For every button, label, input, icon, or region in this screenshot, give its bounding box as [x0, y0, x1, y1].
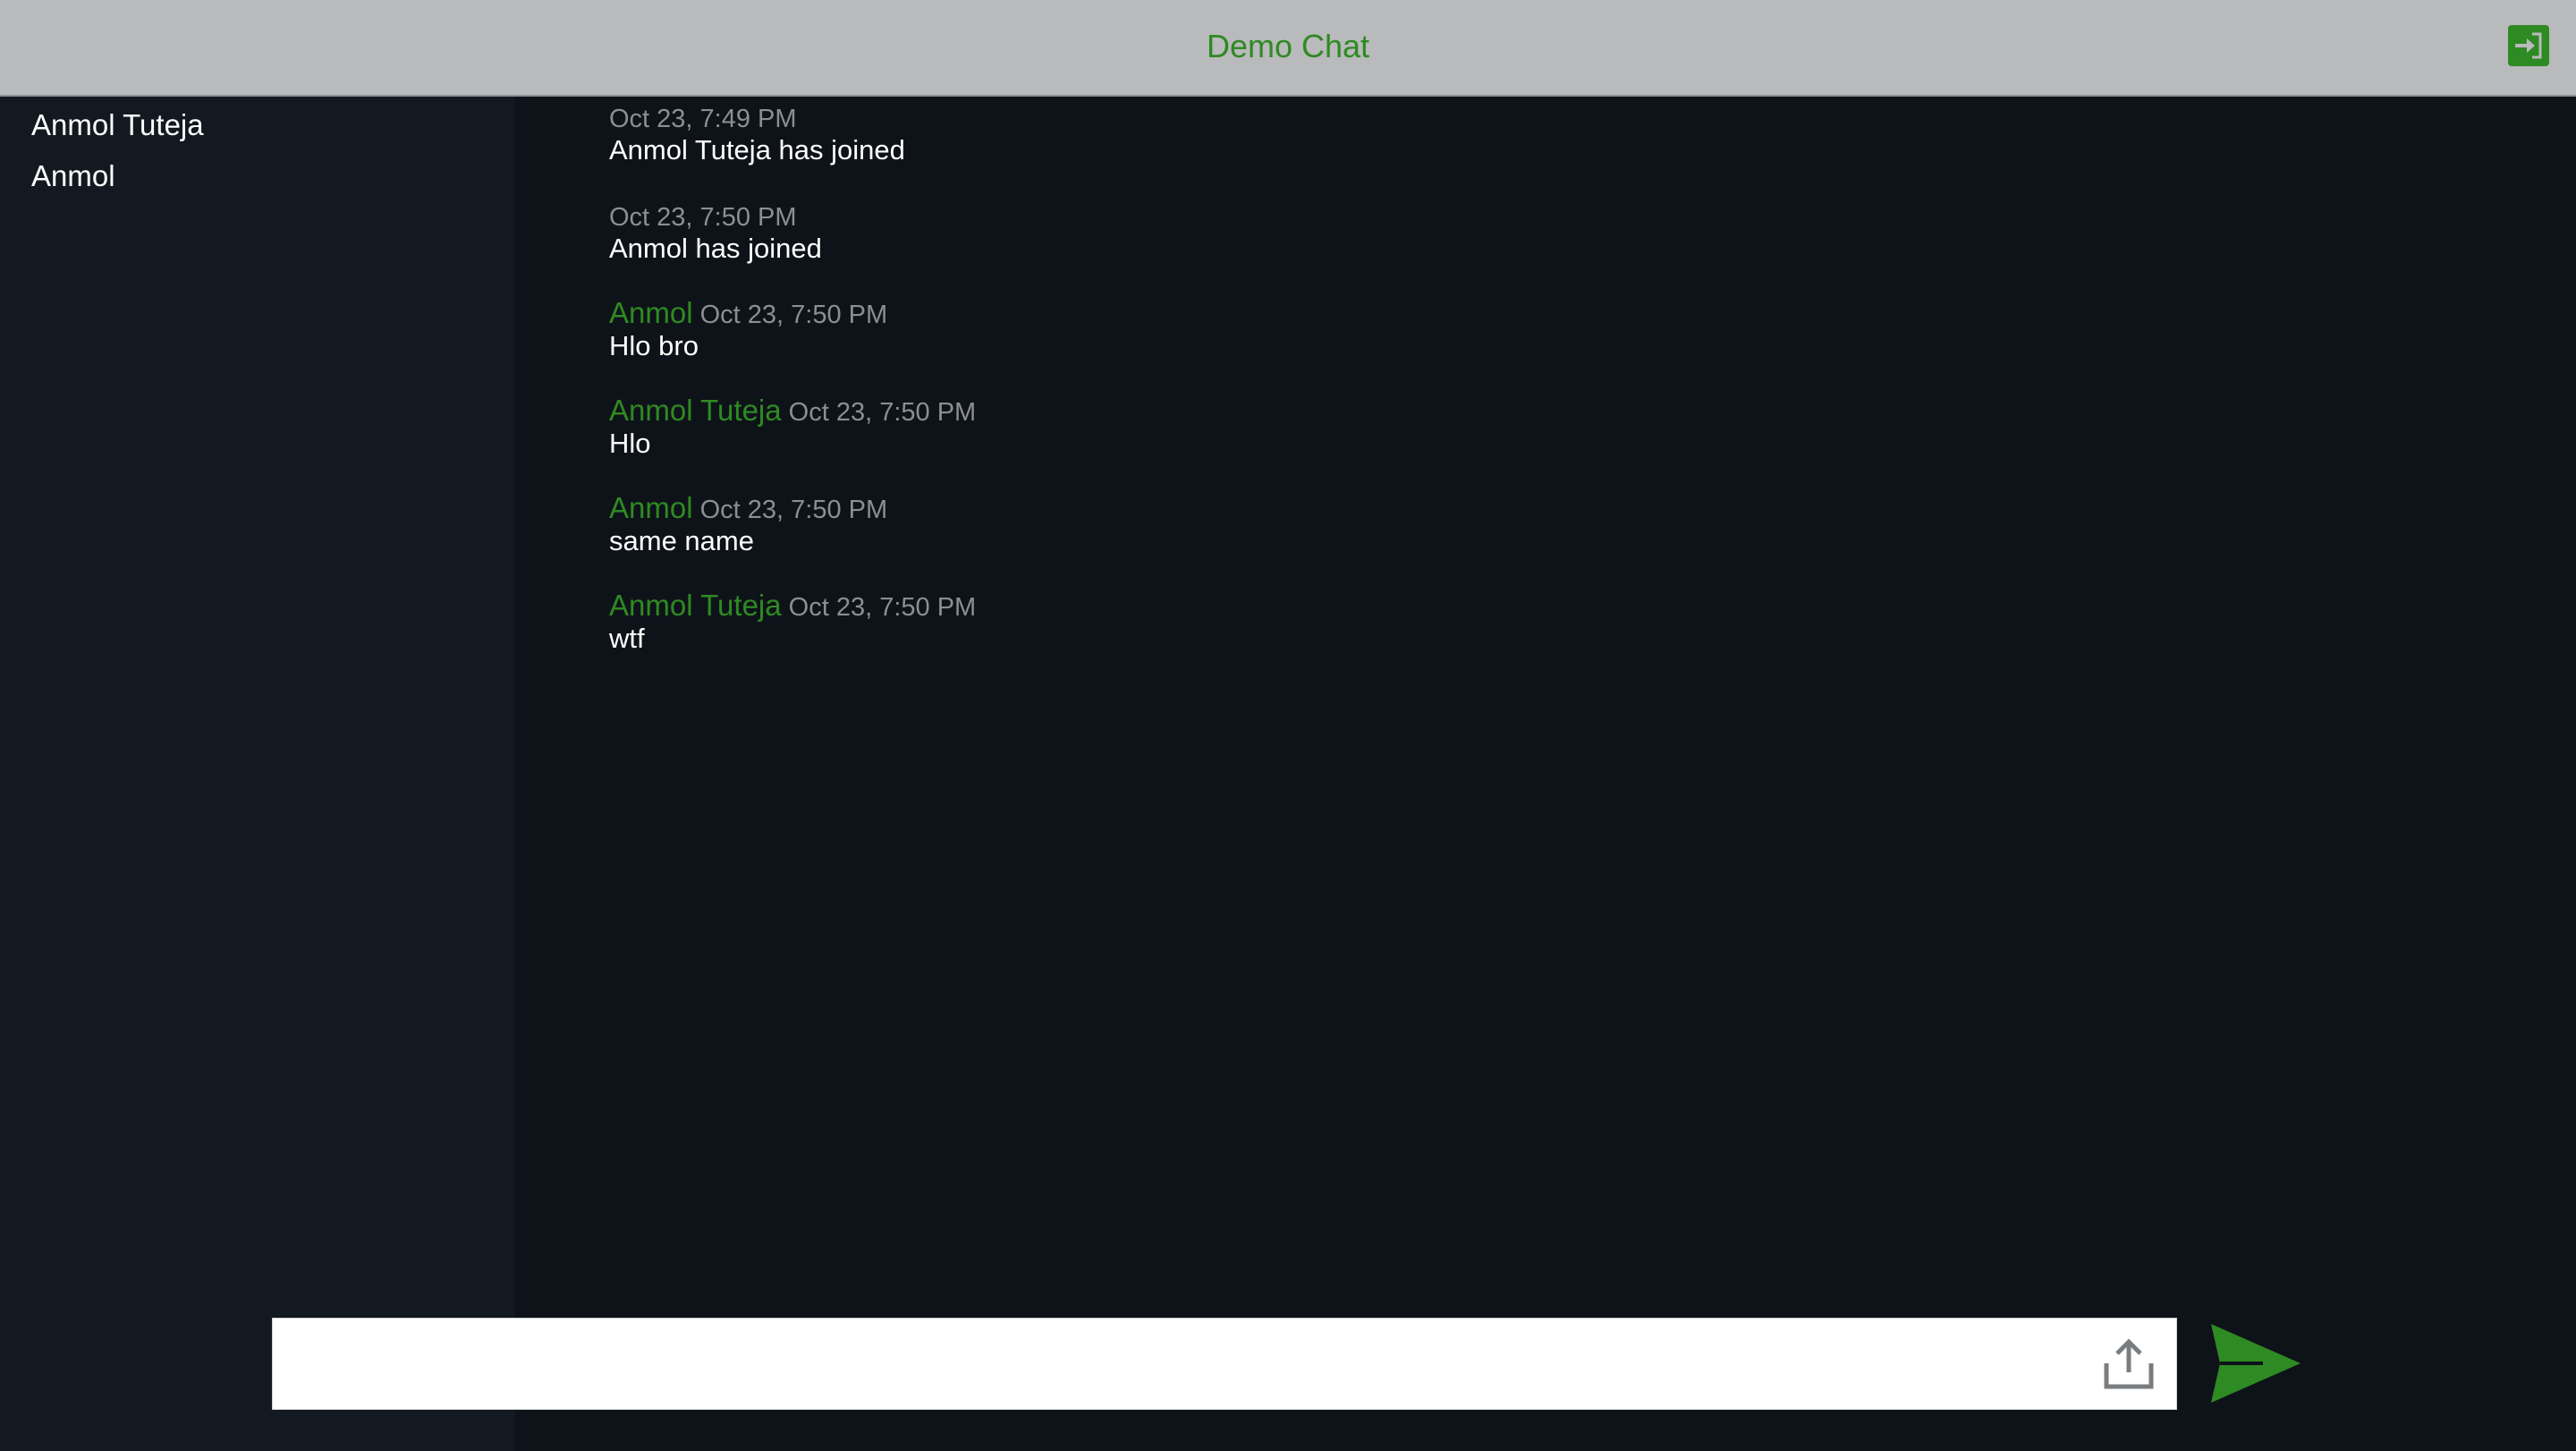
message-input[interactable]: [273, 1319, 2080, 1409]
user-list-item[interactable]: Anmol Tuteja: [31, 107, 204, 143]
message-timestamp: Oct 23, 7:50 PM: [699, 301, 888, 329]
message-text: Hlo: [609, 428, 651, 459]
message-timestamp: Oct 23, 7:50 PM: [788, 593, 977, 622]
message-text: Hlo bro: [609, 330, 699, 361]
message-item: Anmol Tuteja Oct 23, 7:50 PM Hlo: [609, 395, 976, 461]
message-author[interactable]: Anmol Tuteja: [609, 394, 782, 427]
message-meta: Oct 23, 7:50 PM: [609, 199, 822, 232]
message-timestamp: Oct 23, 7:50 PM: [699, 496, 888, 524]
message-meta: Oct 23, 7:49 PM: [609, 101, 905, 133]
message-text: same name: [609, 525, 754, 556]
message-meta: Anmol Oct 23, 7:50 PM: [609, 491, 888, 525]
message-meta: Anmol Oct 23, 7:50 PM: [609, 296, 888, 330]
upload-button[interactable]: [2101, 1336, 2157, 1392]
message-meta: Anmol Tuteja Oct 23, 7:50 PM: [609, 394, 977, 428]
message-item: Oct 23, 7:49 PM Anmol Tuteja has joined: [609, 101, 905, 167]
send-icon: [2211, 1324, 2301, 1403]
message-author[interactable]: Anmol: [609, 296, 693, 329]
message-item: Oct 23, 7:50 PM Anmol has joined: [609, 199, 822, 266]
send-button[interactable]: [2209, 1320, 2302, 1406]
message-meta: Anmol Tuteja Oct 23, 7:50 PM: [609, 589, 977, 623]
message-author[interactable]: Anmol Tuteja: [609, 589, 782, 622]
message-composer: [272, 1318, 2177, 1410]
exit-button[interactable]: [2508, 25, 2549, 66]
message-timestamp: Oct 23, 7:50 PM: [788, 398, 977, 427]
app-header: Demo Chat: [0, 0, 2576, 97]
message-item: Anmol Tuteja Oct 23, 7:50 PM wtf: [609, 590, 976, 656]
chat-title: Demo Chat: [1206, 28, 1370, 64]
message-item: Anmol Oct 23, 7:50 PM Hlo bro: [609, 297, 887, 363]
exit-to-app-icon: [2515, 32, 2542, 59]
upload-icon: [2104, 1338, 2154, 1389]
message-timestamp: Oct 23, 7:50 PM: [609, 203, 797, 232]
message-text: Anmol Tuteja has joined: [609, 134, 905, 165]
user-list-item[interactable]: Anmol: [31, 158, 115, 194]
message-text: wtf: [609, 623, 645, 654]
message-timestamp: Oct 23, 7:49 PM: [609, 105, 797, 133]
message-list: Oct 23, 7:49 PM Anmol Tuteja has joined …: [515, 97, 2576, 1451]
message-item: Anmol Oct 23, 7:50 PM same name: [609, 492, 887, 558]
user-list: Anmol Tuteja Anmol: [0, 97, 515, 1451]
message-author[interactable]: Anmol: [609, 491, 693, 524]
message-text: Anmol has joined: [609, 233, 822, 264]
